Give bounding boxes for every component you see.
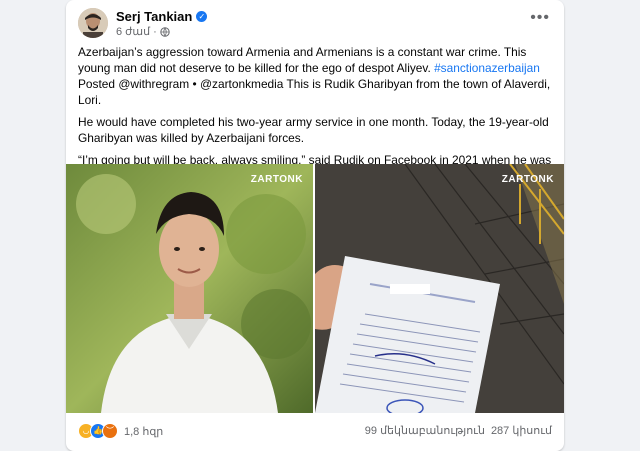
post-header: Serj Tankian ✓ 6 ժամ · ••• [78, 8, 552, 42]
verified-badge-icon: ✓ [196, 11, 208, 22]
shares-count[interactable]: 287 կիսում [491, 424, 552, 437]
paragraph-1-text-cont: Posted @withregram • @zartonkmedia This … [78, 77, 551, 107]
reactions-summary[interactable]: ◡ 👍 ︶ 1,8 հզր [78, 423, 163, 439]
avatar-image [78, 8, 108, 38]
angry-reaction-icon: ︶ [102, 423, 118, 439]
hashtag-link[interactable]: #sanctionazerbaijan [434, 61, 540, 75]
reaction-count[interactable]: 1,8 հզր [124, 425, 163, 438]
photo-portrait[interactable]: ZARTONK [66, 164, 313, 413]
more-options-icon[interactable]: ••• [530, 10, 550, 26]
comments-count[interactable]: 99 մեկնաբանություն [365, 424, 485, 437]
document-image [315, 164, 564, 413]
portrait-image [66, 164, 313, 413]
post-paragraph-1: Azerbaijan’s aggression toward Armenia a… [78, 44, 554, 108]
facebook-post: Serj Tankian ✓ 6 ժամ · ••• Azerbaijan’s … [66, 0, 564, 451]
watermark-zartonk: ZARTONK [501, 174, 554, 185]
photo-grid: ZARTONK ZARTONK [66, 164, 564, 413]
photo-document[interactable]: ZARTONK [315, 164, 564, 413]
post-paragraph-2: He would have completed his two-year arm… [78, 115, 549, 145]
post-time[interactable]: 6 ժամ · [116, 25, 157, 38]
watermark-zartonk: ZARTONK [250, 174, 303, 185]
post-footer: ◡ 👍 ︶ 1,8 հզր 99 մեկնաբանություն 287 կիս… [78, 420, 552, 442]
author-avatar[interactable] [78, 8, 108, 38]
globe-icon [160, 26, 170, 37]
author-name[interactable]: Serj Tankian [116, 9, 192, 24]
